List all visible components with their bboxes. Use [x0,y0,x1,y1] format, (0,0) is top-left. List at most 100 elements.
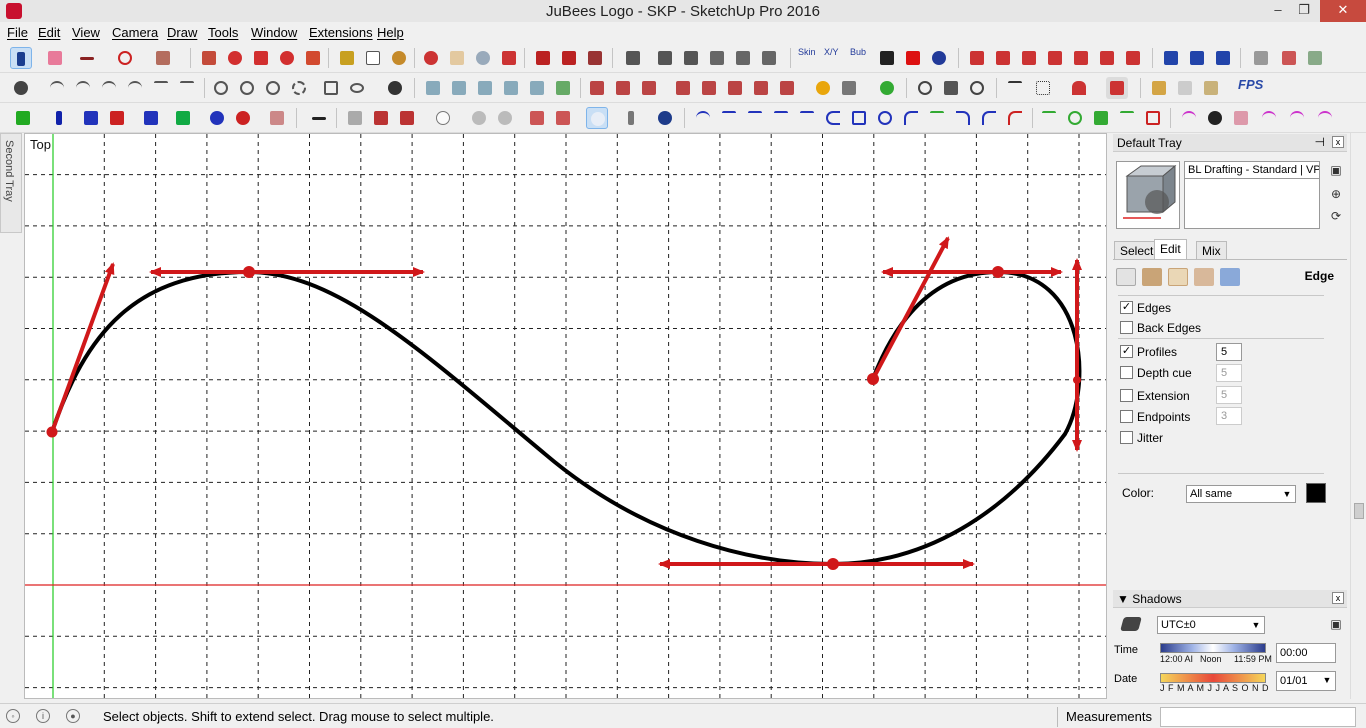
zigzag-button[interactable] [926,107,948,129]
round-corner-6-button[interactable] [1314,107,1336,129]
second-tray-tab[interactable]: Second Tray [0,133,22,233]
curvizard-1-button[interactable] [1038,107,1060,129]
text-tool-button[interactable] [362,47,384,69]
curvizard-3-button[interactable] [1090,107,1112,129]
left-view-button[interactable] [552,77,574,99]
profiles-checkbox[interactable]: ✓ [1120,345,1133,358]
fillet-3-button[interactable] [1004,107,1026,129]
fillet-button[interactable] [952,107,974,129]
dimension-button[interactable] [1186,47,1208,69]
watermark-settings-icon[interactable] [1194,268,1214,286]
lock-button[interactable] [706,47,728,69]
polyline-spline-button[interactable] [718,107,740,129]
tape-measure-button[interactable] [336,47,358,69]
endpoints-value-input[interactable]: 3 [1216,407,1242,425]
control-point-peak-1[interactable] [243,266,255,278]
style-4-button[interactable] [672,77,694,99]
photo-texture-button[interactable] [1304,47,1326,69]
pin-icon[interactable]: ⊣ [1315,135,1325,149]
style-name-field[interactable]: BL Drafting - Standard | VP [1184,161,1320,179]
style-thumbnail[interactable] [1116,161,1180,229]
section-plane-button[interactable] [1250,47,1272,69]
modeling-settings-icon[interactable] [1220,268,1240,286]
style-5-button[interactable] [698,77,720,99]
shadows-header[interactable]: ▼ Shadows x [1113,590,1347,608]
curviloft-button[interactable] [12,107,34,129]
tray-scrollbar[interactable] [1350,133,1366,699]
terrain-tool-5-button[interactable] [1070,47,1092,69]
stair-button[interactable] [266,107,288,129]
jitter-checkbox[interactable] [1120,431,1133,444]
terrain-tool-2-button[interactable] [992,47,1014,69]
polyline-button[interactable] [150,77,172,99]
fillet-2-button[interactable] [978,107,1000,129]
edge-settings-icon[interactable] [1116,268,1136,286]
edge-color-select[interactable]: All same ▼ [1186,485,1296,503]
tab-select[interactable]: Select [1114,241,1160,259]
share-model-button[interactable] [558,47,580,69]
arc-tool-button[interactable] [114,47,136,69]
paint-bucket-button[interactable] [388,47,410,69]
back-edges-checkbox[interactable] [1120,321,1133,334]
geo-location-button[interactable] [1278,47,1300,69]
compass-button[interactable] [914,77,936,99]
sphere-button[interactable] [432,107,454,129]
roof-button[interactable] [1068,77,1090,99]
menu-file[interactable]: File [7,25,28,40]
endpoints-checkbox[interactable] [1120,410,1133,423]
credits-info-icon[interactable]: i [36,709,50,723]
fredo-scale-button[interactable] [140,107,162,129]
menu-camera[interactable]: Camera [112,25,158,40]
solid-tool-2-button[interactable] [1174,77,1196,99]
pie-button[interactable] [98,77,120,99]
sun-button[interactable] [812,77,834,99]
knife-button[interactable] [308,107,330,129]
round-corner-5-button[interactable] [1286,107,1308,129]
circle-4-button[interactable] [288,77,310,99]
select-tool-button[interactable] [10,47,32,69]
save-style-icon[interactable]: ▣ [1328,163,1344,179]
tray-close-button[interactable]: x [1332,136,1344,148]
skin-button[interactable]: Skin [798,47,820,69]
style-3-button[interactable] [638,77,660,99]
time-input[interactable]: 00:00 [1276,643,1336,663]
zoom-window-button[interactable] [468,107,490,129]
tray-scrollbar-thumb[interactable] [1354,503,1364,519]
terrain-tool-4-button[interactable] [1044,47,1066,69]
control-point-start[interactable] [46,426,58,438]
catmull-button[interactable] [796,107,818,129]
weld-button[interactable] [940,77,962,99]
control-point-right[interactable] [1073,376,1081,384]
hide-button[interactable] [758,47,780,69]
component-replace-button[interactable] [396,107,418,129]
account-user-icon[interactable]: ● [66,709,80,723]
orbit-button[interactable] [420,47,442,69]
shape-bender-button[interactable] [370,107,392,129]
menu-edit[interactable]: Edit [38,25,60,40]
record-button[interactable] [384,77,406,99]
soften-button[interactable] [344,107,366,129]
solid-inspector-button[interactable] [526,107,548,129]
eraser-tool-button[interactable] [44,47,66,69]
style-1-button[interactable] [586,77,608,99]
dimension-linear-button[interactable] [1004,77,1026,99]
sandbox-button[interactable] [876,77,898,99]
target-button[interactable] [966,77,988,99]
menu-help[interactable]: Help [377,25,404,40]
rotate-button[interactable] [276,47,298,69]
round-corner-1-button[interactable] [1178,107,1200,129]
terrain-tool-1-button[interactable] [966,47,988,69]
group-button[interactable] [654,47,676,69]
date-input[interactable]: 01/01 ▼ [1276,671,1336,691]
unlock-button[interactable] [732,47,754,69]
extension-warehouse-button[interactable] [584,47,606,69]
flip-button[interactable] [172,107,194,129]
move-button[interactable] [250,47,272,69]
drawing-viewport[interactable]: Top [24,133,1107,699]
polygon-button[interactable] [320,77,342,99]
solid-tool-1-button[interactable] [1148,77,1170,99]
solid-tool-3-button[interactable] [1200,77,1222,99]
tab-edit[interactable]: Edit [1154,239,1187,259]
circle-1-button[interactable] [210,77,232,99]
warehouse-button[interactable] [532,47,554,69]
